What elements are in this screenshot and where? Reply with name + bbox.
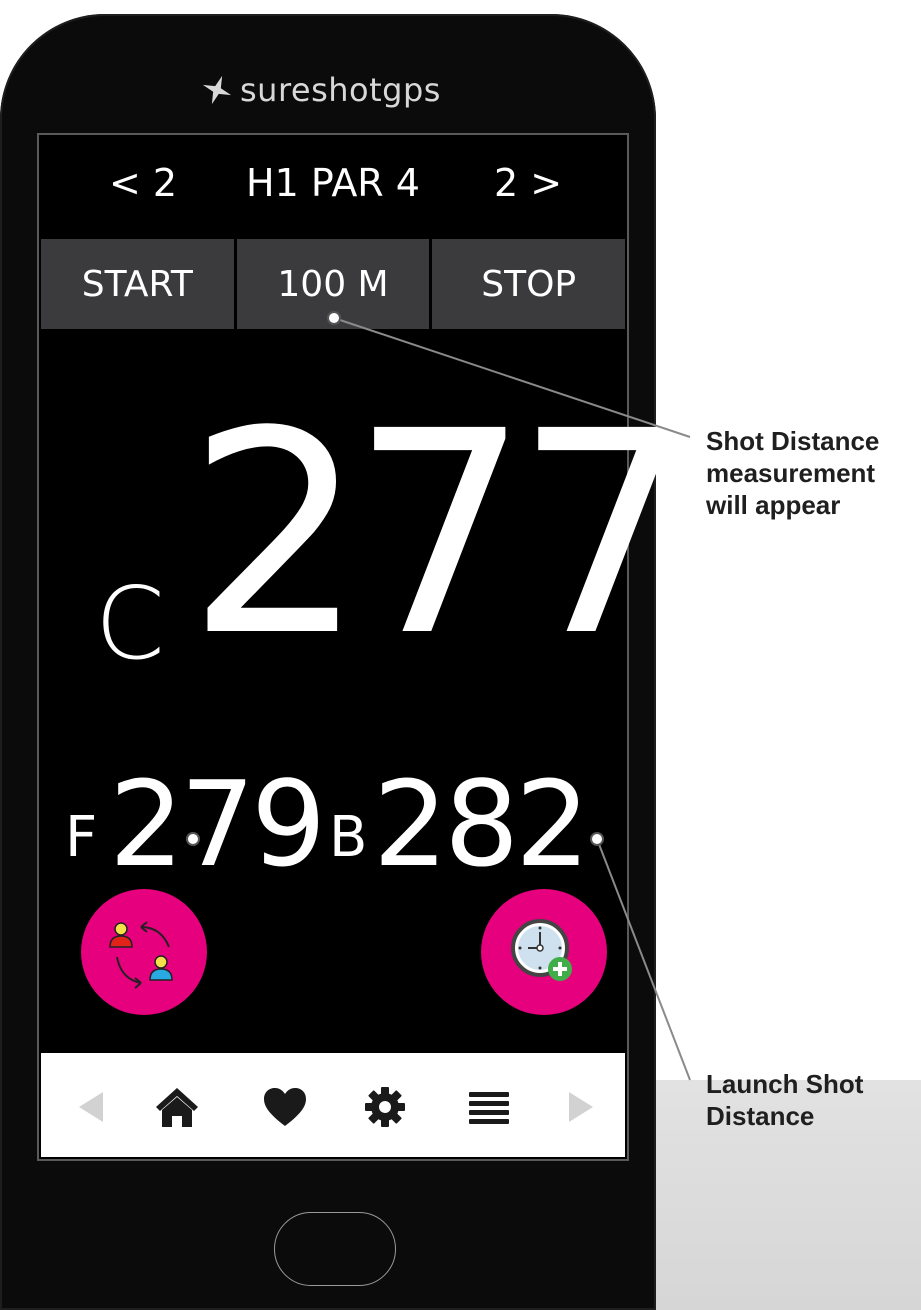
front-back-distances: F 279 B 282 [39,755,627,893]
distance-unit-button[interactable]: 100 M [236,239,430,329]
phone-screen: < 2 H1 PAR 4 2 > START 100 M STOP C 277 … [39,135,693,1159]
hole-navigation: < 2 H1 PAR 4 2 > [39,135,627,235]
bottom-nav-bar [41,1053,625,1157]
nav-settings-button[interactable] [361,1083,409,1131]
home-hardware-button[interactable] [274,1212,396,1286]
shot-distance-timer-icon [511,919,572,981]
phone-body: sureshotgps < 2 H1 PAR 4 2 > START 100 M… [0,14,693,1310]
heart-icon [264,1088,306,1126]
brand-name: sureshotgps [240,71,441,109]
center-distance-value: 277 [187,372,693,698]
brand-logo: sureshotgps [200,70,520,110]
swap-players-button[interactable] [81,889,207,1015]
callout-line: measurement [706,458,876,488]
nav-home-button[interactable] [153,1083,201,1131]
launch-shot-distance-button[interactable] [481,889,607,1015]
home-icon [156,1088,198,1127]
callout-line: Launch Shot [706,1069,864,1099]
callout-line: Distance [706,1101,815,1131]
menu-icon [469,1092,509,1124]
swap-players-icon [109,921,173,989]
back-prefix: B [329,805,368,870]
back-distance-value: 282 [373,755,590,893]
hole-title: H1 PAR 4 [246,161,420,205]
shot-distance-callout: Shot Distance measurement will appear [706,425,879,521]
prev-hole-button[interactable]: < 2 [109,161,177,205]
center-prefix: C [95,565,165,682]
callout-line: will appear [706,490,841,520]
nav-menu-button[interactable] [465,1083,513,1131]
start-button[interactable]: START [41,239,234,329]
nav-favorites-button[interactable] [261,1083,309,1131]
star-logo-icon [202,75,232,105]
nav-back-button[interactable] [67,1083,115,1131]
left-arrow-icon [79,1092,103,1122]
nav-forward-button[interactable] [557,1083,605,1131]
front-prefix: F [65,805,98,870]
control-buttons: START 100 M STOP [41,239,626,329]
right-arrow-icon [569,1092,593,1122]
center-distance: C 277 [39,395,693,705]
callout-line: Shot Distance [706,426,880,456]
front-distance-value: 279 [109,755,326,893]
gear-icon [365,1087,405,1127]
launch-shot-distance-callout: Launch Shot Distance [706,1068,863,1132]
next-hole-button[interactable]: 2 > [494,161,562,205]
stop-button[interactable]: STOP [432,239,626,329]
